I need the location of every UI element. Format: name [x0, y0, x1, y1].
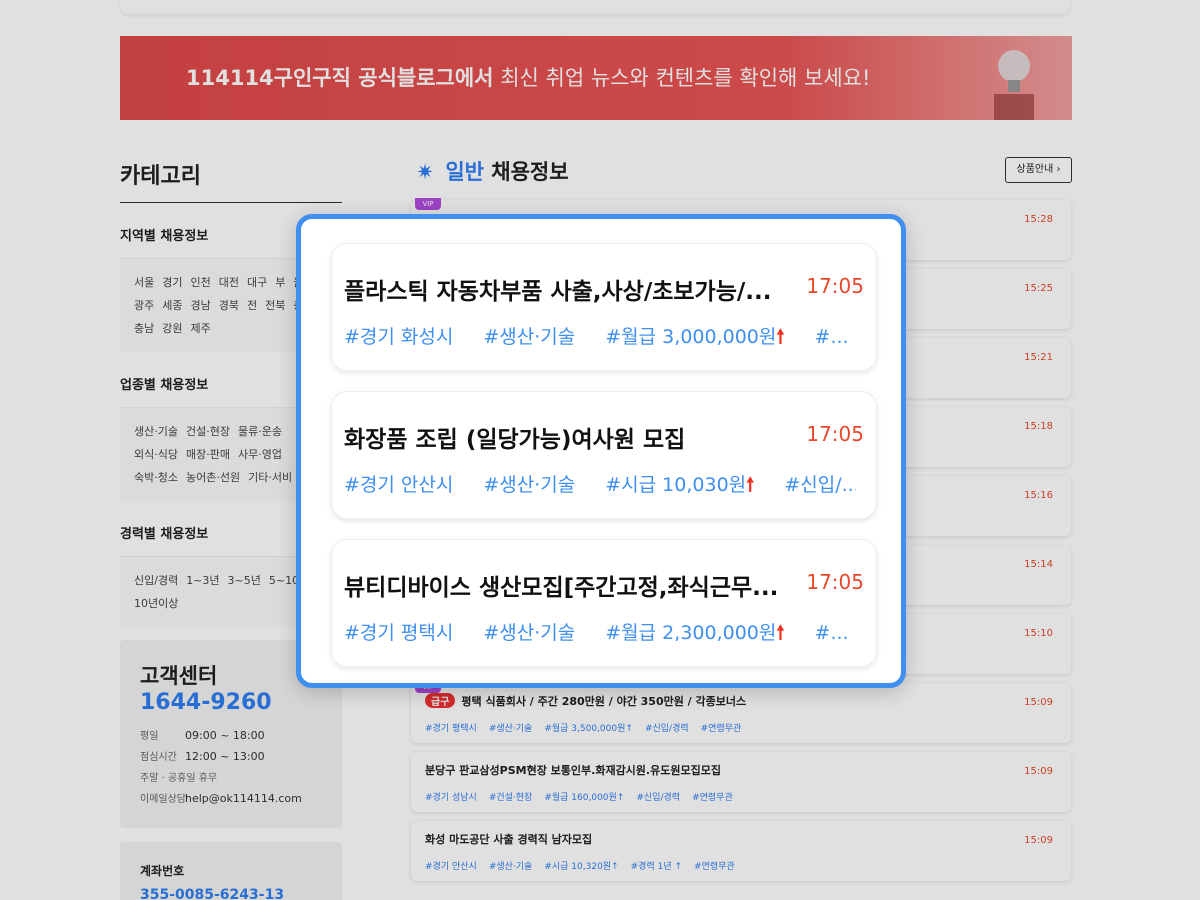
- zoomed-job-title[interactable]: 플라스틱 자동차부품 사출,사상/초보가능/...: [344, 272, 794, 306]
- tag-text: #...: [814, 326, 849, 348]
- zoomed-job-tag[interactable]: #경기 화성시: [344, 326, 453, 348]
- tag-text: #경기 평택시: [344, 622, 454, 644]
- tag-text: #경기 화성시: [344, 326, 454, 348]
- zoomed-job-time: 17:05: [806, 422, 864, 446]
- zoomed-job-tags: #경기 평택시 #생산·기술 #월급 2,300,000원🠕 #...: [344, 618, 856, 651]
- tag-text: #생산·기술: [483, 474, 576, 496]
- zoomed-job-tag[interactable]: #월급 2,300,000원🠕: [605, 622, 784, 644]
- zoomed-job-tag[interactable]: #생산·기술: [483, 326, 575, 348]
- tag-text: #신입/...: [784, 474, 856, 496]
- zoomed-job-title[interactable]: 뷰티디바이스 생산모집[주간고정,좌식근무...: [344, 568, 794, 602]
- zoomed-job-tag[interactable]: #...: [815, 622, 849, 644]
- zoomed-job-time: 17:05: [806, 274, 864, 298]
- tag-text: #시급 10,030원: [605, 474, 747, 496]
- zoomed-job-tags: #경기 화성시 #생산·기술 #월급 3,000,000원🠕 #...: [344, 322, 856, 355]
- zoomed-job-tag[interactable]: #생산·기술: [483, 622, 575, 644]
- up-arrow-icon: 🠕: [746, 474, 755, 496]
- tag-text: #월급 2,300,000원: [605, 622, 777, 644]
- zoomed-job-time: 17:05: [806, 570, 864, 594]
- zoomed-job-card[interactable]: 화장품 조립 (일당가능)여사원 모집 17:05 #경기 안산시 #생산·기술 #시급…: [331, 391, 877, 519]
- zoomed-job-tag[interactable]: #...: [815, 326, 849, 348]
- zoomed-job-tag[interactable]: #생산·기술: [483, 474, 575, 496]
- tag-text: #생산·기술: [483, 622, 576, 644]
- zoomed-job-tag[interactable]: #신입/...: [784, 474, 856, 496]
- tag-text: #...: [814, 622, 849, 644]
- tag-text: #생산·기술: [483, 326, 576, 348]
- zoom-popup: 플라스틱 자동차부품 사출,사상/초보가능/... 17:05 #경기 화성시 #생산…: [296, 214, 906, 688]
- zoomed-job-tag[interactable]: #경기 평택시: [344, 622, 453, 644]
- zoomed-job-tag[interactable]: #경기 안산시: [344, 474, 453, 496]
- zoomed-job-tags: #경기 안산시 #생산·기술 #시급 10,030원🠕 #신입/...: [344, 470, 856, 503]
- tag-text: #월급 3,000,000원: [605, 326, 777, 348]
- zoomed-job-card[interactable]: 뷰티디바이스 생산모집[주간고정,좌식근무... 17:05 #경기 평택시 #생산·…: [331, 539, 877, 667]
- up-arrow-icon: 🠕: [776, 326, 785, 348]
- zoomed-job-title[interactable]: 화장품 조립 (일당가능)여사원 모집: [344, 420, 794, 454]
- up-arrow-icon: 🠕: [776, 622, 785, 644]
- zoomed-job-card[interactable]: 플라스틱 자동차부품 사출,사상/초보가능/... 17:05 #경기 화성시 #생산…: [331, 243, 877, 371]
- zoomed-job-tag[interactable]: #월급 3,000,000원🠕: [605, 326, 784, 348]
- tag-text: #경기 안산시: [344, 474, 454, 496]
- zoomed-job-tag[interactable]: #시급 10,030원🠕: [605, 474, 754, 496]
